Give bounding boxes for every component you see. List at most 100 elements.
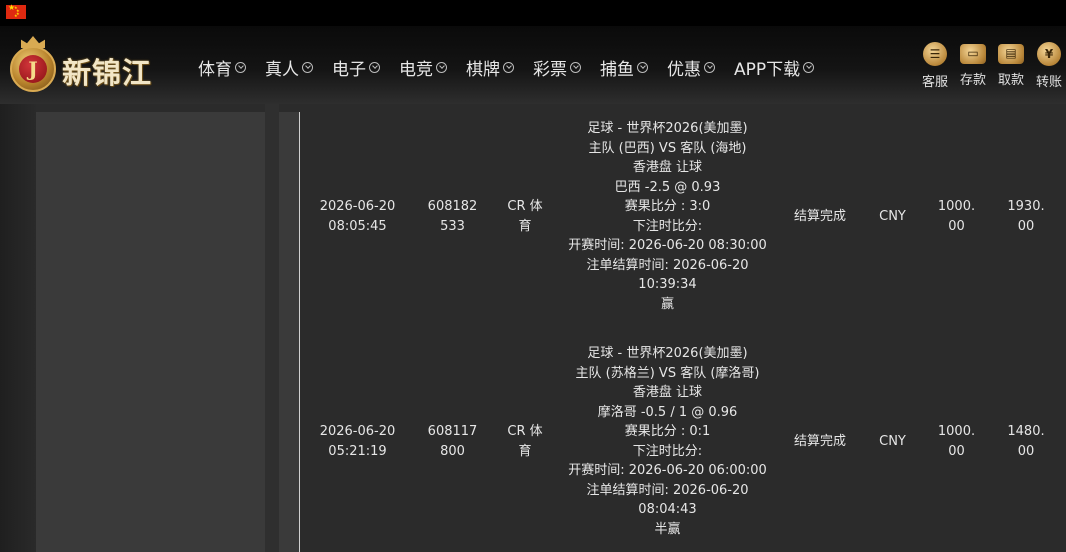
chevron-down-icon xyxy=(503,61,514,73)
left-edge xyxy=(0,104,36,552)
quick-action-label: 取款 xyxy=(997,73,1024,88)
nav-label: 彩票 xyxy=(533,59,567,80)
nav-label: 真人 xyxy=(265,59,299,80)
nav-label: 体育 xyxy=(198,59,232,80)
chevron-down-icon xyxy=(436,61,447,73)
nav-label: 棋牌 xyxy=(466,59,500,80)
logo-badge: J xyxy=(10,46,56,92)
payout: 1930. xyxy=(1007,199,1045,214)
platform: 育 xyxy=(518,218,532,234)
detail-selection: 摩洛哥 -0.5 / 1 @ 0.96 xyxy=(597,404,738,420)
platform-cell: CR 体 育 xyxy=(490,197,560,236)
detail-league: 足球 - 世界杯2026(美加墨) xyxy=(587,121,748,136)
chevron-down-icon xyxy=(803,61,815,73)
status-cell: 结算完成 xyxy=(793,434,846,449)
withdraw-button[interactable]: ▤ 取款 xyxy=(992,42,1030,90)
stake: 1000. xyxy=(937,199,976,214)
china-flag-icon[interactable]: ★ ★ ★ ★ ★ xyxy=(6,4,26,19)
detail-kickoff-time: 开赛时间: 2026-06-20 06:00:00 xyxy=(568,463,767,478)
status-cell: 结算完成 xyxy=(793,209,846,224)
platform: CR 体 xyxy=(507,424,543,439)
detail-teams: 主队 (苏格兰) VS 客队 (摩洛哥) xyxy=(575,365,760,381)
nav-item-lottery[interactable]: 彩票 xyxy=(533,54,581,80)
logo-initial: J xyxy=(19,55,47,83)
nav-item-promotions[interactable]: 优惠 xyxy=(667,54,715,80)
atm-icon: ▤ xyxy=(998,44,1024,64)
platform-cell: CR 体 育 xyxy=(490,422,560,461)
customer-service-button[interactable]: ☰ 客服 xyxy=(916,42,954,90)
detail-market: 香港盘 让球 xyxy=(632,160,703,175)
quick-action-label: 客服 xyxy=(921,75,948,90)
chevron-down-icon xyxy=(637,61,648,73)
detail-league: 足球 - 世界杯2026(美加墨) xyxy=(587,346,748,361)
chevron-down-icon xyxy=(369,61,380,73)
bet-time: 05:21:19 xyxy=(328,443,387,459)
detail-teams: 主队 (巴西) VS 客队 (海地) xyxy=(588,140,747,156)
currency-cell: CNY xyxy=(879,434,906,449)
nav-item-slots[interactable]: 电子 xyxy=(332,54,380,80)
payout: 1480. xyxy=(1007,424,1045,439)
platform: 育 xyxy=(518,443,532,459)
payout-cell: 1930. 00 xyxy=(993,197,1059,236)
bet-date: 2026-06-20 xyxy=(319,199,396,214)
chevron-down-icon xyxy=(704,61,715,73)
stake: 1000. xyxy=(937,424,976,439)
detail-settle-time: 10:39:34 xyxy=(638,277,697,292)
bet-id-cell: 608182 533 xyxy=(415,197,490,236)
transfer-button[interactable]: ¥ 转账 xyxy=(1030,42,1066,90)
nav-label: 捕鱼 xyxy=(600,59,634,80)
stake: 00 xyxy=(948,218,965,234)
bet-details-cell: 足球 - 世界杯2026(美加墨) 主队 (巴西) VS 客队 (海地) 香港盘… xyxy=(560,119,775,314)
chat-icon: ☰ xyxy=(923,42,947,66)
site-logo[interactable]: J 新锦江 xyxy=(10,36,170,94)
bet-id: 608117 xyxy=(427,424,478,439)
top-strip: ★ ★ ★ ★ ★ xyxy=(0,0,1066,26)
bet-time-cell: 2026-06-20 08:05:45 xyxy=(300,197,415,236)
nav-item-fishing[interactable]: 捕鱼 xyxy=(600,54,648,80)
nav-item-app-download[interactable]: APP下载 xyxy=(734,54,815,80)
bet-details-cell: 足球 - 世界杯2026(美加墨) 主队 (苏格兰) VS 客队 (摩洛哥) 香… xyxy=(560,344,775,539)
detail-settle-time: 08:04:43 xyxy=(638,502,697,517)
bet-id: 533 xyxy=(440,218,465,234)
site-header: J 新锦江 体育 真人 电子 电竞 棋牌 彩票 捕鱼 优惠 APP下载 ☰ 客服… xyxy=(0,26,1066,104)
detail-result-score: 赛果比分 : 3:0 xyxy=(624,199,711,214)
bet-time: 08:05:45 xyxy=(328,218,387,234)
transfer-coin-icon: ¥ xyxy=(1037,42,1061,66)
platform: CR 体 xyxy=(507,199,543,214)
nav-item-esports[interactable]: 电竞 xyxy=(399,54,447,80)
quick-actions: ☰ 客服 ▭ 存款 ▤ 取款 ¥ 转账 xyxy=(916,42,1066,90)
bet-id-cell: 608117 800 xyxy=(415,422,490,461)
wallet-icon: ▭ xyxy=(960,44,986,64)
nav-item-sports[interactable]: 体育 xyxy=(198,54,246,80)
detail-outcome: 赢 xyxy=(660,296,674,312)
detail-settle-date: 注单结算时间: 2026-06-20 xyxy=(586,257,749,273)
bet-time-cell: 2026-06-20 05:21:19 xyxy=(300,422,415,461)
detail-bet-score: 下注时比分: xyxy=(632,443,703,459)
bet-date: 2026-06-20 xyxy=(319,424,396,439)
flag-star: ★ xyxy=(14,13,18,18)
stake-cell: 1000. 00 xyxy=(920,197,993,236)
bet-id: 608182 xyxy=(427,199,478,214)
chevron-down-icon xyxy=(302,61,313,73)
sidebar-panel xyxy=(36,112,265,552)
nav-label: APP下载 xyxy=(734,59,801,80)
bet-id: 800 xyxy=(440,443,465,459)
detail-market: 香港盘 让球 xyxy=(632,385,703,400)
payout: 00 xyxy=(1017,443,1035,459)
stake-cell: 1000. 00 xyxy=(920,422,993,461)
detail-bet-score: 下注时比分: xyxy=(632,218,703,234)
currency-cell: CNY xyxy=(879,209,906,224)
main-content: 2026-06-20 08:05:45 608182 533 CR 体 育 足球… xyxy=(0,104,1066,552)
nav-label: 电子 xyxy=(332,59,366,80)
nav-item-chess-cards[interactable]: 棋牌 xyxy=(466,54,514,80)
bet-records-table: 2026-06-20 08:05:45 608182 533 CR 体 育 足球… xyxy=(300,112,1066,552)
payout: 00 xyxy=(1017,218,1035,234)
nav-item-live-casino[interactable]: 真人 xyxy=(265,54,313,80)
detail-result-score: 赛果比分 : 0:1 xyxy=(624,424,711,439)
chevron-down-icon xyxy=(570,61,581,73)
chevron-down-icon xyxy=(235,61,246,73)
deposit-button[interactable]: ▭ 存款 xyxy=(954,42,992,90)
quick-action-label: 存款 xyxy=(959,73,986,88)
detail-settle-date: 注单结算时间: 2026-06-20 xyxy=(586,482,749,498)
sidebar-strip xyxy=(279,112,299,552)
